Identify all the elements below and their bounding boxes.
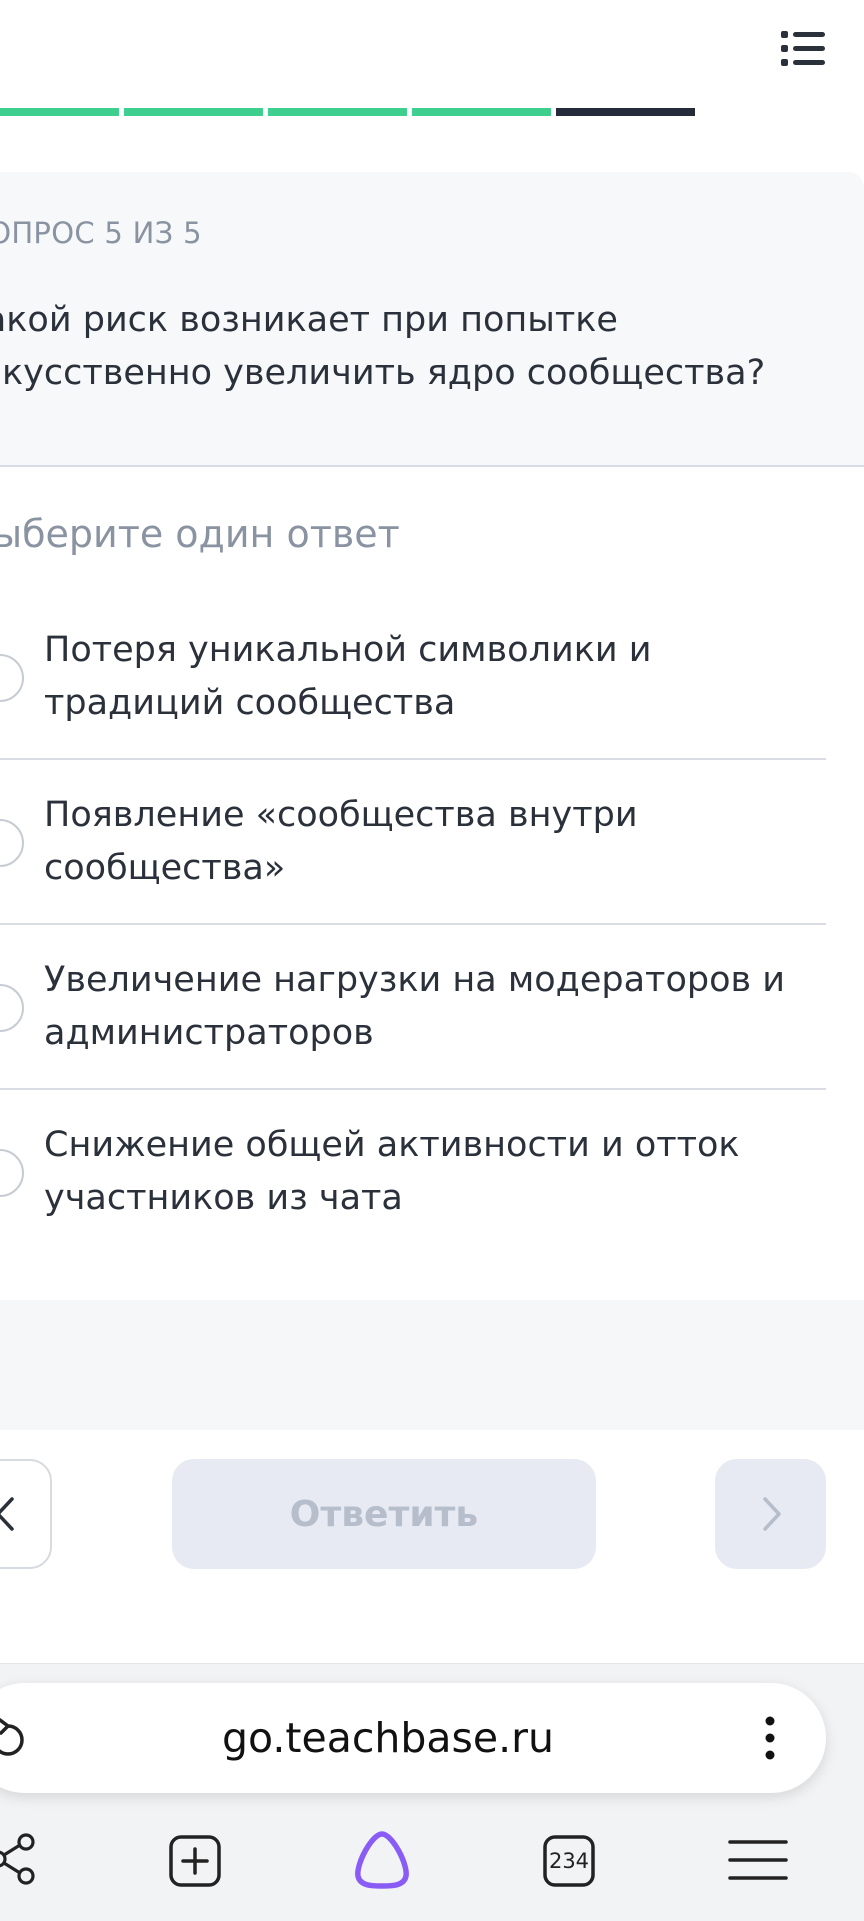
answer-option-label: Появление «сообщества внутри сообщества» — [44, 795, 638, 888]
divider — [0, 1088, 826, 1090]
alice-icon[interactable] — [352, 1828, 412, 1890]
chevron-right-icon — [763, 1497, 781, 1531]
hamburger-icon[interactable] — [728, 1836, 788, 1884]
new-tab-icon[interactable] — [168, 1834, 222, 1888]
next-button[interactable] — [715, 1459, 826, 1569]
answer-option-label: Потеря уникальной символики и традиций с… — [44, 630, 652, 723]
radio-button[interactable] — [0, 984, 24, 1032]
progress-segment — [556, 108, 695, 116]
divider — [0, 923, 826, 925]
tabs-count[interactable]: 234 — [542, 1834, 596, 1888]
chevron-left-icon — [0, 1497, 14, 1531]
url-text[interactable]: go.teachbase.ru — [0, 1683, 776, 1793]
list-icon[interactable] — [781, 27, 825, 71]
content-spacer — [0, 1300, 864, 1430]
divider — [0, 758, 826, 760]
answer-button[interactable]: Ответить — [172, 1459, 596, 1569]
radio-button[interactable] — [0, 819, 24, 867]
progress-segment — [412, 108, 551, 116]
answer-option-label: Снижение общей активности и отток участн… — [44, 1125, 740, 1218]
divider — [0, 465, 864, 467]
instruction-text: Выберите один ответ — [0, 512, 400, 556]
share-icon[interactable] — [0, 1832, 38, 1886]
answer-option-label: Увеличение нагрузки на модераторов и адм… — [44, 960, 785, 1053]
radio-button[interactable] — [0, 1149, 24, 1197]
reload-icon[interactable] — [0, 1716, 28, 1760]
progress-segment — [268, 108, 407, 116]
question-counter: ВОПРОС 5 ИЗ 5 — [0, 216, 202, 250]
progress-segment — [124, 108, 263, 116]
previous-button[interactable] — [0, 1459, 52, 1569]
progress-segment — [0, 108, 119, 116]
more-vertical-icon[interactable] — [756, 1713, 784, 1763]
radio-button[interactable] — [0, 654, 24, 702]
question-text: Какой риск возникает при попытке искусст… — [0, 300, 766, 393]
